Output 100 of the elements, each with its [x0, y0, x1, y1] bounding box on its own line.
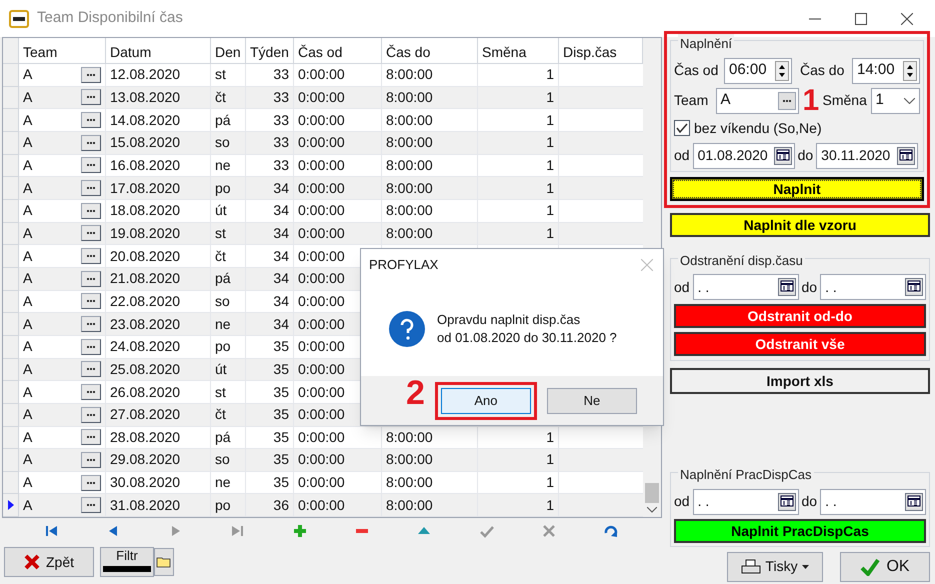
date-field[interactable]: . . — [692, 488, 798, 514]
table-row[interactable]: A 12.08.2020 st 33 0:00:00 8:00:00 1 — [3, 64, 643, 87]
check-icon — [860, 558, 880, 576]
lookup-button[interactable] — [778, 92, 796, 110]
field-label: Směna — [822, 91, 867, 110]
calendar-icon[interactable] — [778, 278, 796, 296]
date-field[interactable]: . . — [692, 274, 798, 300]
table-cell-text: 30.08.2020 — [110, 473, 180, 492]
table-row[interactable]: A 18.08.2020 út 34 0:00:00 8:00:00 1 — [3, 200, 643, 223]
row-indicator[interactable] — [3, 494, 19, 518]
action-button[interactable]: Naplnit PracDispCas — [674, 518, 926, 542]
table-cell-text: ne — [215, 314, 231, 334]
ellipsis-icon — [87, 232, 95, 234]
folder-icon — [156, 556, 172, 568]
back-button[interactable]: Zpět — [4, 547, 94, 577]
close-icon[interactable] — [901, 12, 913, 24]
action-button[interactable]: Odstranit vše — [674, 332, 926, 356]
dialog-button[interactable]: Ano — [440, 388, 531, 414]
ellipsis-icon — [87, 368, 95, 370]
print-button[interactable]: Tisky — [727, 552, 823, 582]
lookup-button[interactable] — [81, 384, 101, 400]
time-field[interactable]: 06:00 — [724, 58, 792, 84]
lookup-button[interactable] — [81, 157, 101, 174]
table-row[interactable]: A 31.08.2020 po 36 0:00:00 8:00:00 1 — [3, 494, 643, 518]
calendar-icon[interactable] — [774, 146, 792, 164]
table-row[interactable]: A 17.08.2020 po 34 0:00:00 8:00:00 1 — [3, 177, 643, 200]
dialog-button[interactable]: Ne — [546, 388, 637, 414]
lookup-button[interactable] — [81, 248, 101, 264]
filter-button[interactable]: Filtr — [100, 547, 154, 577]
calendar-icon[interactable] — [905, 492, 923, 510]
lookup-button[interactable] — [81, 293, 101, 310]
table-cell-text: 21.08.2020 — [110, 269, 180, 288]
lookup-button[interactable] — [81, 134, 101, 151]
date-field[interactable]: . . — [820, 488, 926, 514]
folder-button[interactable] — [154, 548, 174, 576]
table-cell-text: 8:00:00 — [386, 473, 433, 492]
scrollbar-thumb[interactable] — [645, 483, 659, 503]
lookup-button[interactable] — [81, 474, 101, 491]
lookup-button[interactable] — [81, 270, 101, 287]
table-cell-text: 34 — [273, 178, 289, 198]
table-cell-text: 0:00:00 — [298, 65, 345, 84]
spinner-icon — [903, 60, 917, 80]
table-cell-text: A — [23, 246, 32, 266]
date-field[interactable]: 30.11.2020 — [816, 142, 918, 168]
lookup-button[interactable] — [81, 497, 101, 514]
table-cell-text: 22.08.2020 — [110, 292, 180, 311]
table-cell-text: A — [23, 292, 32, 311]
calendar-icon[interactable] — [897, 146, 916, 164]
lookup-button[interactable] — [81, 406, 101, 423]
action-button[interactable]: Naplnit dle vzoru — [670, 212, 930, 236]
lookup-button[interactable] — [81, 361, 101, 378]
ellipsis-icon — [87, 346, 95, 348]
refresh-icon[interactable] — [602, 523, 619, 539]
first-icon[interactable] — [43, 523, 60, 539]
maximize-icon[interactable] — [855, 12, 867, 24]
window-title: Team Disponibilní čas — [37, 8, 183, 28]
checkbox[interactable] — [674, 120, 690, 136]
table-row[interactable]: A 16.08.2020 ne 33 0:00:00 8:00:00 1 — [3, 154, 643, 178]
lookup-button[interactable] — [81, 225, 101, 242]
team-field[interactable]: A — [716, 88, 799, 114]
ok-button[interactable]: OK — [840, 552, 930, 582]
lookup-button[interactable] — [81, 112, 101, 128]
chevron-down-icon — [904, 98, 915, 104]
table-cell-text: A — [23, 496, 32, 515]
table-cell-text: 0:00:00 — [298, 246, 345, 266]
table-row[interactable]: A 13.08.2020 čt 33 0:00:00 8:00:00 1 — [3, 86, 643, 110]
ellipsis-icon — [87, 119, 95, 122]
date-field[interactable]: . . — [820, 274, 926, 300]
field-label: Čas do — [800, 61, 846, 80]
calendar-icon[interactable] — [778, 492, 796, 510]
plus-icon[interactable] — [292, 523, 308, 539]
lookup-button[interactable] — [81, 316, 101, 332]
table-cell-text: čt — [215, 246, 226, 266]
check-icon — [676, 123, 688, 133]
table-row[interactable]: A 30.08.2020 ne 35 0:00:00 8:00:00 1 — [3, 472, 643, 494]
lookup-button[interactable] — [81, 338, 101, 355]
lookup-button[interactable] — [81, 452, 101, 468]
lookup-button[interactable] — [81, 202, 101, 219]
lookup-button[interactable] — [81, 180, 101, 196]
table-row[interactable]: A 19.08.2020 st 34 0:00:00 8:00:00 1 — [3, 222, 643, 246]
table-cell-text: 0:00:00 — [298, 88, 345, 107]
table-cell-text: 1 — [546, 110, 554, 130]
lookup-button[interactable] — [81, 66, 101, 83]
date-field[interactable]: 01.08.2020 — [692, 142, 795, 168]
import-button[interactable]: Import xls — [670, 368, 930, 394]
table-row[interactable]: A 28.08.2020 pá 35 0:00:00 8:00:00 1 — [3, 426, 643, 450]
table-row[interactable]: A 14.08.2020 pá 33 0:00:00 8:00:00 1 — [3, 109, 643, 132]
table-cell-text: 0:00:00 — [298, 224, 345, 243]
ellipsis-icon — [87, 391, 95, 394]
table-cell-text: 0:00:00 — [298, 337, 345, 356]
table-row[interactable]: A 15.08.2020 so 33 0:00:00 8:00:00 1 — [3, 132, 643, 155]
shift-dropdown[interactable]: 1 — [870, 88, 920, 114]
action-button[interactable]: Odstranit od-do — [674, 304, 926, 328]
lookup-button[interactable] — [81, 429, 101, 446]
table-cell-text: 0:00:00 — [298, 314, 345, 334]
time-field[interactable]: 14:00 — [852, 58, 920, 84]
lookup-button[interactable] — [81, 89, 101, 106]
table-row[interactable]: A 29.08.2020 so 35 0:00:00 8:00:00 1 — [3, 449, 643, 472]
calendar-icon[interactable] — [905, 278, 923, 296]
action-button[interactable]: Naplnit — [670, 176, 924, 200]
